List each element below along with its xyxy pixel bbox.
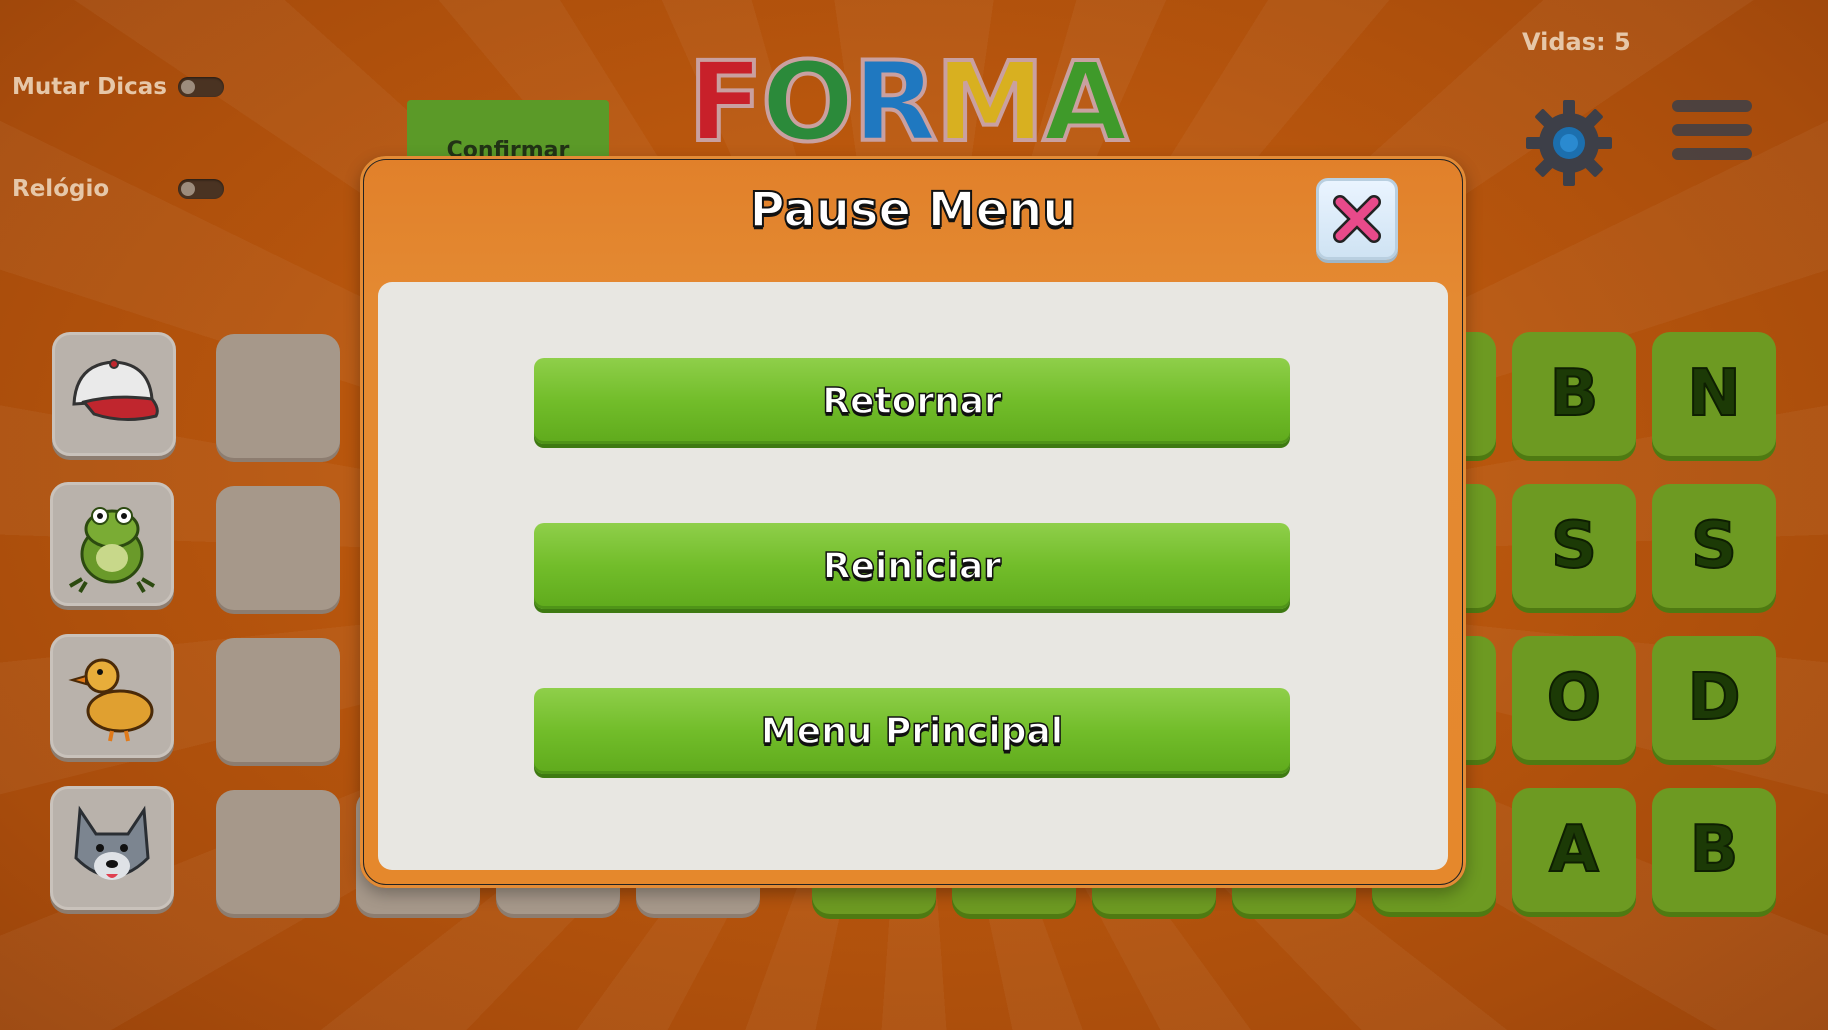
answer-slot[interactable]	[216, 790, 340, 914]
settings-gear-icon[interactable]	[1524, 98, 1614, 192]
letter-tile-b[interactable]: B	[1512, 332, 1636, 456]
clock-label: Relógio	[12, 176, 110, 202]
cap-icon	[72, 359, 159, 421]
duck-tile[interactable]	[50, 634, 174, 758]
clock-toggle[interactable]	[178, 179, 224, 199]
restart-button[interactable]: Reiniciar	[534, 523, 1290, 609]
duck-icon	[68, 658, 154, 742]
letter-tile-b[interactable]: B	[1652, 788, 1776, 912]
lives-counter: Vidas: 5	[1522, 28, 1631, 56]
mute-hints-toggle[interactable]	[178, 77, 224, 97]
clock-row: Relógio	[12, 176, 224, 202]
cap-tile[interactable]	[52, 332, 176, 456]
close-button[interactable]	[1316, 178, 1398, 260]
toggle-knob	[181, 80, 195, 94]
mute-hints-label: Mutar Dicas	[12, 74, 167, 100]
pause-menu-title: Pause Menu	[749, 181, 1078, 239]
letter-tile-s[interactable]: S	[1512, 484, 1636, 608]
answer-slot[interactable]	[216, 486, 340, 610]
mute-hints-row: Mutar Dicas	[12, 74, 224, 100]
toggle-knob	[181, 182, 195, 196]
game-logo: FORMA	[686, 36, 1130, 168]
main-menu-button[interactable]: Menu Principal	[534, 688, 1290, 774]
answer-slot[interactable]	[216, 638, 340, 762]
answer-slot[interactable]	[216, 334, 340, 458]
wolf-tile[interactable]	[50, 786, 174, 910]
frog-tile[interactable]	[50, 482, 174, 606]
wolf-icon	[74, 805, 150, 880]
letter-tile-s[interactable]: S	[1652, 484, 1776, 608]
hamburger-menu-icon[interactable]	[1672, 100, 1752, 172]
pause-menu-panel: Retornar Reiniciar Menu Principal	[378, 282, 1448, 870]
letter-tile-a[interactable]: A	[1512, 788, 1636, 912]
pause-menu-modal: Pause Menu Retornar Reiniciar Menu Princ…	[360, 156, 1466, 888]
letter-tile-n[interactable]: N	[1652, 332, 1776, 456]
letter-tile-d[interactable]: D	[1652, 636, 1776, 760]
letter-tile-o[interactable]: O	[1512, 636, 1636, 760]
return-button[interactable]: Retornar	[534, 358, 1290, 444]
close-icon	[1333, 195, 1381, 243]
frog-icon	[68, 507, 156, 594]
